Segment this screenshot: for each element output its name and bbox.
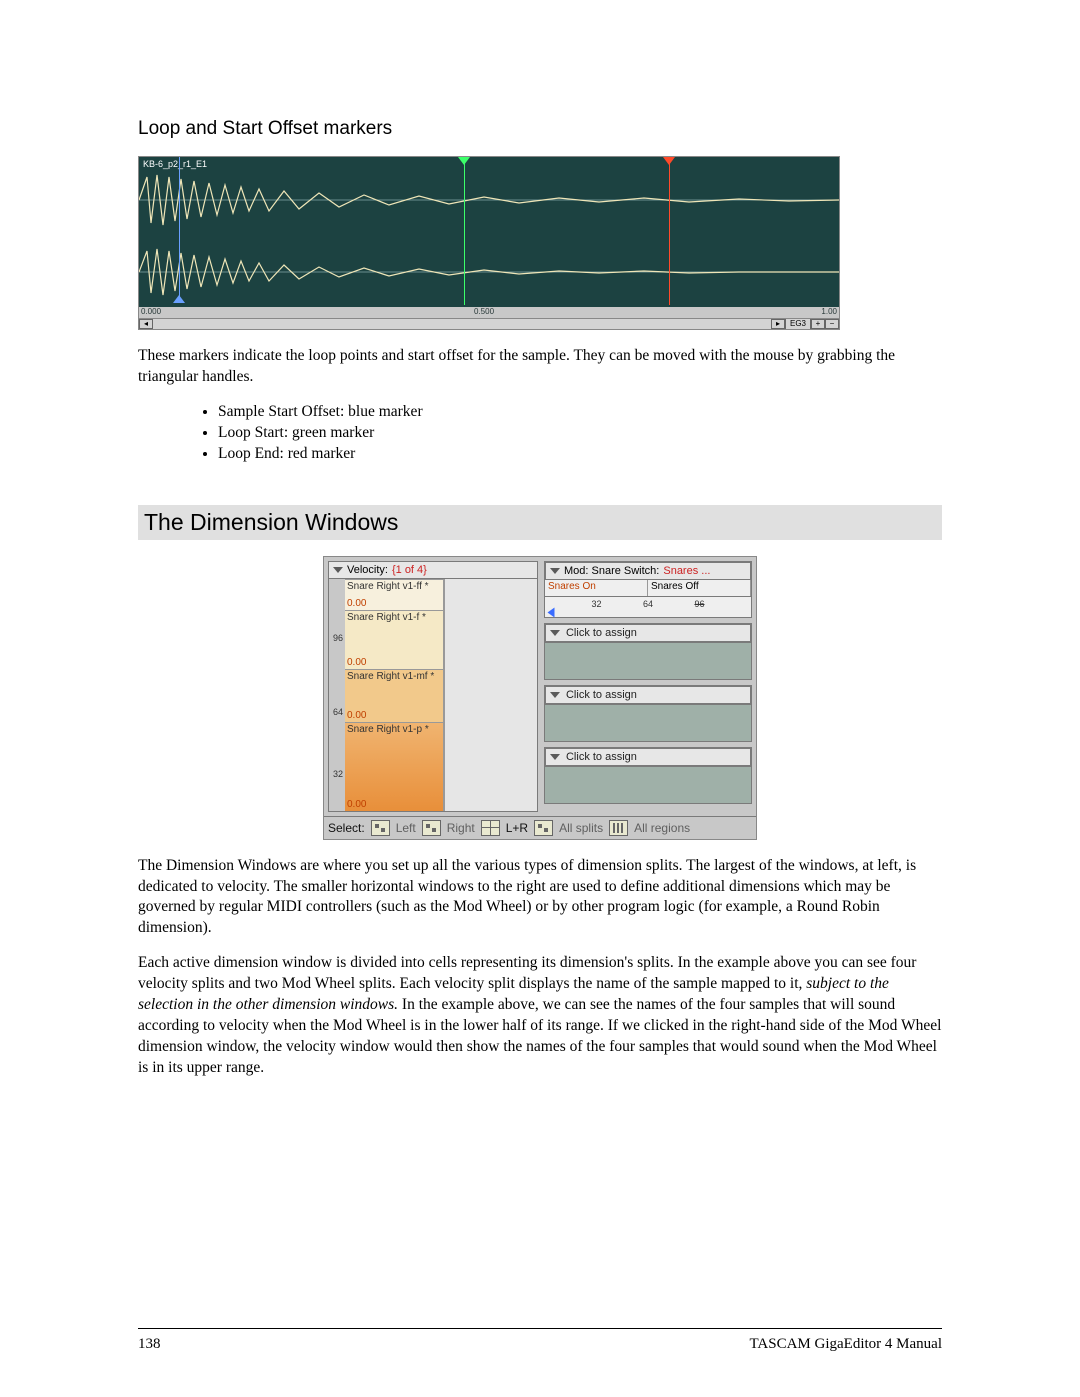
select-all-regions-button[interactable]: All regions — [634, 821, 690, 835]
list-item: Loop End: red marker — [218, 444, 942, 465]
chevron-down-icon — [550, 630, 560, 636]
list-item: Loop Start: green marker — [218, 423, 942, 444]
unassigned-dimension-window[interactable]: Click to assign — [544, 747, 752, 804]
paragraph-dim-overview: The Dimension Windows are where you set … — [138, 856, 942, 940]
waveform-channel-right — [139, 241, 839, 303]
paragraph-dim-detail: Each active dimension window is divided … — [138, 953, 942, 1079]
chevron-down-icon — [333, 567, 343, 573]
velocity-window[interactable]: Velocity: {1 of 4} 96 64 32 Snare Right … — [328, 561, 538, 812]
select-left-icon[interactable] — [371, 820, 390, 836]
velocity-empty-column — [444, 579, 537, 811]
marker-bullet-list: Sample Start Offset: blue marker Loop St… — [138, 402, 942, 465]
click-to-assign-label: Click to assign — [564, 627, 637, 639]
select-all-regions-icon[interactable] — [609, 820, 628, 836]
select-left-button[interactable]: Left — [396, 821, 416, 835]
heading-loop-offset: Loop and Start Offset markers — [138, 118, 942, 140]
select-label: Select: — [328, 821, 365, 835]
click-to-assign-label: Click to assign — [564, 689, 637, 701]
chevron-down-icon — [550, 754, 560, 760]
sample-name-label: KB-6_p2_r1_E1 — [143, 159, 207, 169]
velocity-split-cell[interactable]: Snare Right v1-f * 0.00 — [345, 610, 444, 669]
waveform-channel-left — [139, 169, 839, 231]
scroll-left-icon[interactable]: ◂ — [139, 319, 153, 329]
mod-header-selection: Snares ... — [663, 565, 710, 577]
unassigned-header[interactable]: Click to assign — [545, 624, 751, 642]
velocity-axis: 96 64 32 — [329, 579, 345, 811]
page-number: 138 — [138, 1336, 161, 1353]
select-all-splits-icon[interactable] — [534, 820, 553, 836]
mod-scale: 32 64 96 — [545, 597, 751, 617]
manual-title: TASCAM GigaEditor 4 Manual — [749, 1336, 942, 1353]
mod-split-off[interactable]: Snares Off — [648, 580, 751, 596]
velocity-split-cell[interactable]: Snare Right v1-p * 0.00 — [345, 722, 444, 811]
edit-group-label: EG3 — [785, 319, 811, 329]
velocity-header[interactable]: Velocity: {1 of 4} — [328, 561, 538, 579]
zoom-in-icon[interactable]: + — [811, 319, 825, 329]
unassigned-header[interactable]: Click to assign — [545, 686, 751, 704]
chevron-down-icon — [550, 692, 560, 698]
scroll-right-icon[interactable]: ▸ — [771, 319, 785, 329]
page-footer: 138 TASCAM GigaEditor 4 Manual — [138, 1336, 942, 1353]
mod-split-on[interactable]: Snares On — [545, 580, 648, 596]
mod-header-label: Mod: Snare Switch: — [564, 565, 659, 577]
unassigned-dimension-window[interactable]: Click to assign — [544, 623, 752, 680]
mod-dimension-window[interactable]: Mod: Snare Switch: Snares ... Snares On … — [544, 561, 752, 618]
paragraph-markers-intro: These markers indicate the loop points a… — [138, 346, 942, 388]
unassigned-dimension-window[interactable]: Click to assign — [544, 685, 752, 742]
select-right-icon[interactable] — [422, 820, 441, 836]
select-right-button[interactable]: Right — [447, 821, 475, 835]
waveform-scrollbar[interactable]: ◂ ▸ EG3 + − — [139, 318, 839, 329]
zoom-out-icon[interactable]: − — [825, 319, 839, 329]
heading-dimension-windows: The Dimension Windows — [138, 505, 942, 540]
select-all-splits-button[interactable]: All splits — [559, 821, 603, 835]
dimension-windows-figure: Velocity: {1 of 4} 96 64 32 Snare Right … — [323, 556, 757, 840]
select-lr-button[interactable]: L+R — [506, 821, 528, 835]
velocity-header-label: Velocity: — [347, 564, 388, 576]
chevron-down-icon — [550, 568, 560, 574]
manual-page: Loop and Start Offset markers KB-6_p2_r1… — [0, 0, 1080, 1397]
select-lr-icon[interactable] — [481, 820, 500, 836]
click-to-assign-label: Click to assign — [564, 751, 637, 763]
velocity-split-cell[interactable]: Snare Right v1-mf * 0.00 — [345, 669, 444, 722]
unassigned-header[interactable]: Click to assign — [545, 748, 751, 766]
mod-header[interactable]: Mod: Snare Switch: Snares ... — [545, 562, 751, 580]
dimension-select-toolbar: Select: Left Right L+R All splits All re… — [324, 816, 756, 839]
velocity-split-cell[interactable]: Snare Right v1-ff * 0.00 — [345, 579, 444, 610]
list-item: Sample Start Offset: blue marker — [218, 402, 942, 423]
velocity-header-count: {1 of 4} — [392, 564, 427, 576]
footer-rule — [138, 1328, 942, 1329]
waveform-figure: KB-6_p2_r1_E1 0.000 0.500 1.00 ◂ ▸ — [138, 156, 840, 330]
mod-position-indicator-icon — [547, 607, 554, 617]
